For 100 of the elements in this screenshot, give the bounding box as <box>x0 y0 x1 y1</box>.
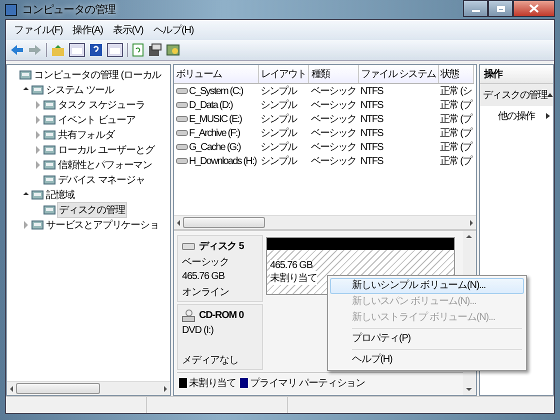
window-title: コンピュータの管理 <box>22 3 116 17</box>
refresh-icon[interactable] <box>132 43 144 57</box>
table-cell: NTFS <box>360 86 383 96</box>
tree-node-icon <box>43 128 56 140</box>
tree-item[interactable]: サービスとアプリケーショ <box>45 218 160 232</box>
cd-drive-icon <box>182 308 195 322</box>
drive-icon <box>176 115 188 123</box>
legend-label: 未割り当て <box>189 376 236 390</box>
tree-node-icon <box>31 218 44 230</box>
menu-item[interactable]: 表示(V) <box>108 22 148 38</box>
table-cell: NTFS <box>360 100 383 110</box>
tree-node-icon <box>43 144 56 156</box>
column-header[interactable]: 状態 <box>438 65 474 84</box>
tree-item[interactable]: コンピュータの管理 (ローカル <box>33 68 162 82</box>
table-cell: H_Downloads (H:) <box>189 156 256 166</box>
maximize-button[interactable] <box>488 0 513 17</box>
tree-node-icon <box>31 188 44 200</box>
tree-item[interactable]: システム ツール <box>45 82 115 96</box>
table-cell: NTFS <box>360 142 383 152</box>
folder-up-icon[interactable] <box>51 44 65 56</box>
partition-status: 未割り当て <box>270 270 318 284</box>
tree-item[interactable]: ローカル ユーザーとグ <box>57 142 156 156</box>
table-cell: 正常 (プ <box>440 100 472 111</box>
drive-icon <box>176 87 188 95</box>
more-actions-link[interactable]: 他の操作 <box>498 109 535 123</box>
table-cell: F_Archive (F:) <box>189 128 240 138</box>
tree-item[interactable]: デバイス マネージャ <box>57 172 146 186</box>
disk-info: メディアなし <box>182 354 238 366</box>
drive-icon <box>176 143 188 151</box>
disk-info: ベーシック <box>182 256 230 268</box>
actions-section[interactable]: ディスクの管理 <box>480 84 553 106</box>
horizontal-scrollbar[interactable] <box>7 381 170 395</box>
disk-name: CD-ROM 0 <box>199 310 244 320</box>
disk-info: オンライン <box>182 286 230 298</box>
table-cell: 正常 (プ <box>440 114 472 125</box>
tree-node-icon <box>43 114 56 126</box>
tree-item[interactable]: 信頼性とパフォーマン <box>57 158 154 172</box>
disk-name: ディスク 5 <box>199 240 244 253</box>
menu-item[interactable]: ファイル(F) <box>10 22 67 38</box>
table-cell: シンプル <box>260 142 297 153</box>
horizontal-scrollbar[interactable] <box>174 215 476 229</box>
help-icon[interactable] <box>89 43 103 57</box>
column-header[interactable]: レイアウト <box>258 65 309 84</box>
menu-item[interactable]: ヘルプ(H) <box>330 352 524 368</box>
minimize-button[interactable] <box>463 0 488 17</box>
submenu-arrow-icon <box>546 113 550 119</box>
tree-node-icon <box>19 68 32 80</box>
disk-info: 465.76 GB <box>182 271 224 282</box>
menu-item[interactable]: 操作(A) <box>68 22 107 38</box>
disk-label-panel[interactable]: CD-ROM 0 DVD (I:) メディアなし <box>177 304 263 370</box>
table-cell: シンプル <box>260 156 297 167</box>
table-cell: 正常 (プ <box>440 156 472 167</box>
table-cell: シンプル <box>260 128 297 139</box>
partition-size: 465.76 GB <box>270 260 312 270</box>
table-cell: G_Cache (G:) <box>189 142 240 152</box>
drive-icon <box>176 157 188 165</box>
column-header[interactable]: 種類 <box>308 65 358 84</box>
tree-node-icon <box>43 174 56 186</box>
table-cell: NTFS <box>360 156 383 166</box>
menu-item[interactable]: ヘルプ(H) <box>149 22 198 38</box>
tree-node-icon <box>43 158 56 170</box>
table-cell: D_Data (D:) <box>189 100 232 110</box>
table-cell: ベーシック <box>310 114 356 125</box>
table-cell: シンプル <box>260 100 297 111</box>
menu-item[interactable]: プロパティ(P) <box>330 331 524 347</box>
table-cell: ベーシック <box>310 156 356 167</box>
back-arrow-icon[interactable] <box>10 44 24 56</box>
console-tree-icon[interactable] <box>69 43 85 57</box>
menu-item[interactable]: 新しいシンプル ボリューム(N)... <box>330 278 524 294</box>
drive-icon <box>176 129 188 137</box>
table-cell: ベーシック <box>310 100 356 111</box>
close-button[interactable] <box>513 0 555 17</box>
tree-item[interactable]: タスク スケジューラ <box>57 98 146 112</box>
table-cell: ベーシック <box>310 142 356 153</box>
tree-item[interactable]: 共有フォルダ <box>57 128 116 142</box>
table-cell: ベーシック <box>310 128 356 139</box>
table-cell: シンプル <box>260 114 297 125</box>
column-header[interactable]: ファイル システム <box>358 65 438 84</box>
table-cell: シンプル <box>260 86 297 97</box>
disk-label-panel[interactable]: ディスク 5 ベーシック 465.76 GB オンライン <box>177 235 263 302</box>
tree-item[interactable]: イベント ビューア <box>57 112 136 126</box>
close-icon <box>529 4 539 13</box>
legend-label: プライマリ パーティション <box>250 376 365 390</box>
table-cell: E_MUSIC (E:) <box>189 114 242 124</box>
panel-icon[interactable] <box>107 43 123 57</box>
table-cell: NTFS <box>360 128 383 138</box>
table-cell: C_System (C:) <box>189 86 243 96</box>
column-header[interactable]: ボリューム <box>174 65 258 84</box>
table-cell: ベーシック <box>310 86 356 97</box>
tree-item[interactable]: ディスクの管理 <box>57 202 127 218</box>
drive-icon <box>176 101 188 109</box>
table-cell: 正常 (シ <box>440 86 472 97</box>
disk-info: DVD (I:) <box>182 325 214 336</box>
actions-heading: 操作 <box>480 65 553 84</box>
tree-node-icon <box>43 204 56 216</box>
table-cell: 正常 (プ <box>440 142 472 153</box>
collapse-arrow-icon[interactable] <box>547 93 554 97</box>
tree-item[interactable]: 記憶域 <box>45 188 76 202</box>
tree-node-icon <box>31 84 44 96</box>
table-cell: NTFS <box>360 114 383 124</box>
